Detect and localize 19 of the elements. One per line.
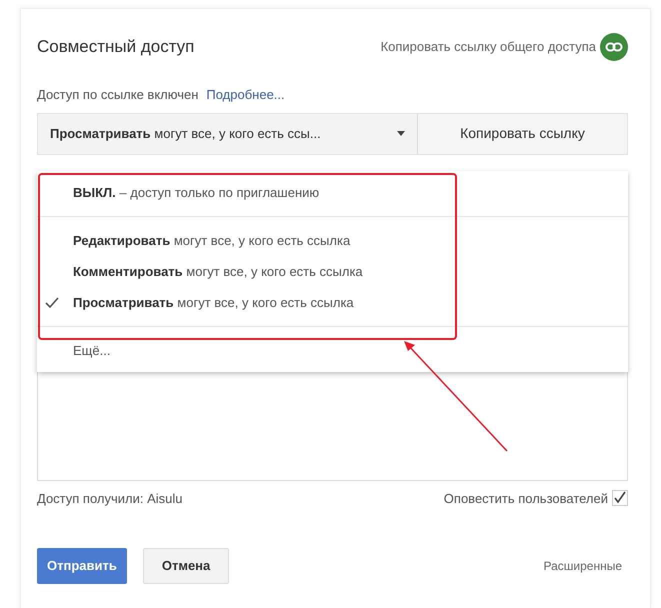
more-link[interactable]: Подробнее... — [206, 85, 285, 104]
menu-item[interactable]: Комментировать могут все, у кого есть ссылка — [37, 256, 628, 287]
caret-icon — [397, 131, 405, 136]
menu-item[interactable]: Редактировать могут все, у кого есть ссылка — [37, 225, 628, 256]
copy-share-link[interactable]: Копировать ссылку общего доступа — [380, 37, 596, 57]
link-status-text: Доступ по ссылке включен — [37, 86, 198, 104]
cancel-button[interactable]: Отмена — [142, 548, 230, 584]
access-dropdown[interactable]: Просматривать могут все, у кого есть ссы... — [38, 114, 418, 154]
access-granted-text: Доступ получили: Aisulu — [37, 490, 183, 508]
copy-link-button[interactable]: Копировать ссылку — [418, 114, 627, 154]
menu-item[interactable]: Ещё... — [37, 335, 628, 366]
dialog-title: Совместный доступ — [37, 36, 194, 58]
notify-label: Оповестить пользователей — [444, 490, 608, 508]
advanced-link[interactable]: Расширенные — [537, 556, 628, 576]
link-icon[interactable] — [600, 33, 628, 61]
menu-item[interactable]: ВЫКЛ. – доступ только по приглашению — [37, 177, 628, 208]
menu-item[interactable]: Просматривать могут все, у кого есть ссылка — [37, 287, 628, 318]
send-button[interactable]: Отправить — [37, 548, 127, 584]
notify-checkbox[interactable] — [612, 490, 628, 506]
